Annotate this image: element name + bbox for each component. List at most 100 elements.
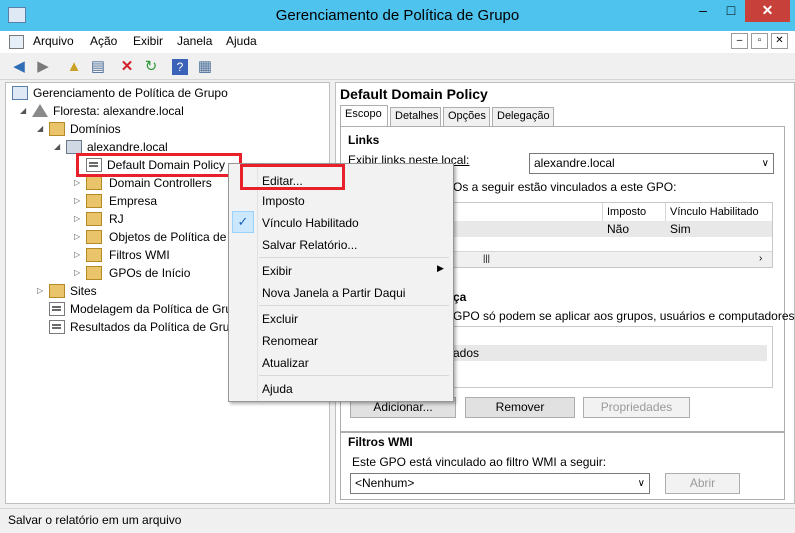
maximize-button[interactable]: □ bbox=[718, 0, 744, 22]
menu-item-nova-janela[interactable]: Nova Janela a Partir Daqui bbox=[262, 285, 405, 301]
tree-item-rj[interactable]: ▷ RJ bbox=[74, 210, 124, 228]
tree-root[interactable]: Gerenciamento de Política de Grupo bbox=[12, 84, 228, 102]
menu-gutter bbox=[257, 164, 258, 401]
wmi-heading: Filtros WMI bbox=[348, 435, 413, 449]
tree-item-starter-gpos[interactable]: ▷ GPOs de Início bbox=[74, 264, 190, 282]
tab-escopo[interactable]: Escopo bbox=[340, 105, 388, 127]
expand-icon[interactable]: ▷ bbox=[74, 210, 84, 228]
menu-item-exibir[interactable]: Exibir bbox=[262, 263, 292, 279]
tree-forest[interactable]: ◢ Floresta: alexandre.local bbox=[20, 102, 184, 120]
menu-separator bbox=[259, 375, 449, 376]
folder-icon bbox=[49, 122, 65, 136]
tab-detalhes[interactable]: Detalhes bbox=[390, 107, 441, 126]
ou-folder-icon bbox=[86, 212, 102, 226]
submenu-arrow-icon: ▶ bbox=[437, 263, 444, 273]
results-icon bbox=[49, 320, 65, 334]
menu-separator bbox=[259, 305, 449, 306]
security-filter-heading: ça bbox=[453, 290, 467, 304]
column-header-imposto[interactable]: Imposto bbox=[603, 203, 666, 221]
menu-item-renomear[interactable]: Renomear bbox=[262, 333, 318, 349]
scroll-thumb-grip[interactable]: ||| bbox=[483, 253, 490, 263]
menu-item-ajuda[interactable]: Ajuda bbox=[262, 381, 293, 397]
tab-delegacao[interactable]: Delegação bbox=[492, 107, 554, 126]
column-header-local[interactable] bbox=[453, 203, 603, 221]
expand-icon[interactable]: ▷ bbox=[74, 246, 84, 264]
gpo-title: Default Domain Policy bbox=[340, 86, 488, 102]
collapse-icon[interactable]: ◢ bbox=[20, 102, 30, 120]
window-title: Gerenciamento de Política de Grupo bbox=[275, 7, 520, 24]
menu-exibir[interactable]: Exibir bbox=[133, 34, 163, 48]
menu-acao[interactable]: Ação bbox=[90, 34, 117, 48]
expand-icon[interactable]: ▷ bbox=[74, 228, 84, 246]
remove-button[interactable]: Remover bbox=[465, 397, 575, 418]
column-header-vinculo[interactable]: Vínculo Habilitado bbox=[666, 203, 773, 221]
forest-icon bbox=[32, 104, 48, 117]
tab-opcoes[interactable]: Opções bbox=[443, 107, 490, 126]
wmi-filter-select[interactable]: <Nenhum> ∨ bbox=[350, 473, 650, 494]
folder-icon bbox=[86, 230, 102, 244]
tree-domains[interactable]: ◢ Domínios bbox=[37, 120, 121, 138]
gpmc-icon bbox=[12, 86, 28, 100]
status-text: Salvar o relatório em um arquivo bbox=[8, 513, 182, 527]
ou-folder-icon bbox=[86, 176, 102, 190]
menu-ajuda[interactable]: Ajuda bbox=[226, 34, 257, 48]
up-folder-icon[interactable]: ▲ bbox=[64, 57, 84, 77]
delete-icon[interactable]: ✕ bbox=[117, 57, 137, 77]
collapse-icon[interactable]: ◢ bbox=[37, 120, 47, 138]
security-filter-description: GPO só podem se aplicar aos grupos, usuá… bbox=[453, 309, 795, 323]
menu-janela[interactable]: Janela bbox=[177, 34, 212, 48]
refresh-icon[interactable]: ↻ bbox=[141, 57, 161, 77]
menu-arquivo[interactable]: Arquivo bbox=[33, 34, 74, 48]
menu-item-imposto[interactable]: Imposto bbox=[262, 193, 305, 209]
links-table: Imposto Vínculo Habilitado Não Sim ||| › bbox=[452, 202, 773, 268]
tree-sites[interactable]: ▷ Sites bbox=[37, 282, 97, 300]
chevron-down-icon: ∨ bbox=[761, 158, 769, 169]
tree-modeling[interactable]: Modelagem da Política de Gru bbox=[37, 300, 232, 318]
links-description: Os a seguir estão vinculados a este GPO: bbox=[453, 180, 677, 194]
properties-button[interactable]: Propriedades bbox=[583, 397, 690, 418]
minimize-button[interactable]: – bbox=[690, 0, 716, 22]
properties-icon[interactable]: ▦ bbox=[195, 57, 215, 77]
mdi-close-button[interactable]: ✕ bbox=[771, 33, 788, 49]
menu-item-salvar-relatorio[interactable]: Salvar Relatório... bbox=[262, 237, 357, 253]
menu-item-excluir[interactable]: Excluir bbox=[262, 311, 298, 327]
scroll-right-icon[interactable]: › bbox=[759, 253, 762, 264]
menu-separator bbox=[259, 257, 449, 258]
open-button[interactable]: Abrir bbox=[665, 473, 740, 494]
close-button[interactable]: ✕ bbox=[745, 0, 790, 22]
chevron-down-icon: ∨ bbox=[637, 478, 645, 489]
tree-item-gpo-objects[interactable]: ▷ Objetos de Política de bbox=[74, 228, 226, 246]
menu-item-atualizar[interactable]: Atualizar bbox=[262, 355, 309, 371]
domain-icon bbox=[66, 140, 82, 154]
forward-icon[interactable]: ▶ bbox=[33, 57, 53, 77]
title-bar: Gerenciamento de Política de Grupo bbox=[0, 0, 795, 31]
links-location-select[interactable]: alexandre.local ∨ bbox=[529, 153, 774, 174]
expand-icon[interactable]: ▷ bbox=[74, 192, 84, 210]
status-bar: Salvar o relatório em um arquivo bbox=[0, 508, 795, 533]
checkmark-icon: ✓ bbox=[232, 211, 254, 233]
menu-bar: Arquivo Ação Exibir Janela Ajuda bbox=[0, 31, 795, 53]
system-menu-icon[interactable] bbox=[9, 35, 24, 49]
ou-folder-icon bbox=[86, 194, 102, 208]
horizontal-scrollbar[interactable]: ||| › bbox=[453, 251, 772, 267]
tree-item-empresa[interactable]: ▷ Empresa bbox=[74, 192, 157, 210]
table-row[interactable]: Não Sim bbox=[453, 221, 772, 237]
mdi-restore-button[interactable]: ▫ bbox=[751, 33, 768, 49]
mdi-minimize-button[interactable]: – bbox=[731, 33, 748, 49]
folder-icon bbox=[86, 248, 102, 262]
tree-results[interactable]: Resultados da Política de Grup bbox=[37, 318, 236, 336]
expand-icon[interactable]: ▷ bbox=[37, 282, 47, 300]
cell-imposto: Não bbox=[607, 222, 630, 236]
expand-icon[interactable]: ▷ bbox=[74, 264, 84, 282]
context-menu: Editar... Imposto ✓ Vínculo Habilitado S… bbox=[228, 163, 454, 402]
show-hide-tree-icon[interactable]: ▤ bbox=[88, 57, 108, 77]
help-icon[interactable]: ? bbox=[172, 59, 188, 75]
tree-item-wmi-filters[interactable]: ▷ Filtros WMI bbox=[74, 246, 170, 264]
list-item[interactable]: ados bbox=[453, 345, 767, 361]
cell-vinculo: Sim bbox=[670, 222, 691, 236]
highlight-box-editar bbox=[240, 164, 345, 190]
folder-icon bbox=[86, 266, 102, 280]
collapse-icon[interactable]: ◢ bbox=[54, 138, 64, 156]
menu-item-vinculo-habilitado[interactable]: Vínculo Habilitado bbox=[262, 215, 359, 231]
back-icon[interactable]: ◀ bbox=[9, 57, 29, 77]
